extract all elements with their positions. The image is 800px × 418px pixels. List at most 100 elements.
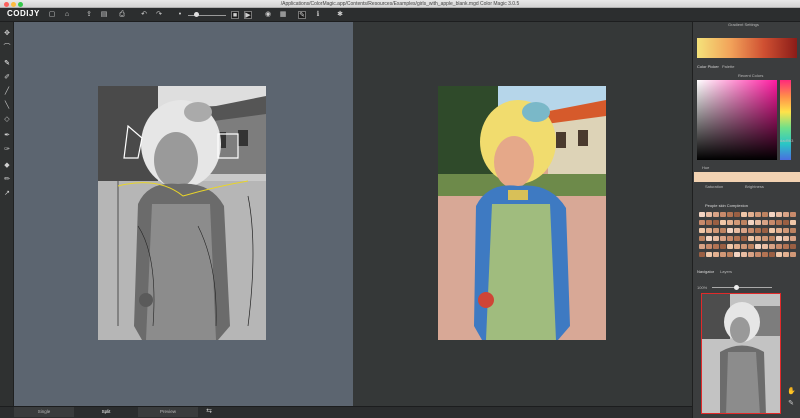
skin-swatch[interactable] bbox=[769, 228, 775, 233]
pencil-tool-icon[interactable]: ✐ bbox=[3, 74, 11, 82]
skin-swatch[interactable] bbox=[713, 228, 719, 233]
skin-swatch[interactable] bbox=[706, 236, 712, 241]
color-picker-square[interactable] bbox=[697, 80, 777, 160]
skin-swatch[interactable] bbox=[713, 252, 719, 257]
navigator-tab[interactable]: Navigator bbox=[697, 269, 714, 274]
skin-swatch[interactable] bbox=[762, 212, 768, 217]
eraser-tool-icon[interactable]: ◇ bbox=[3, 116, 11, 124]
colorized-photo[interactable] bbox=[438, 86, 606, 340]
gear-icon[interactable]: ✱ bbox=[336, 11, 344, 19]
bw-photo[interactable] bbox=[98, 86, 266, 340]
info-icon[interactable]: ℹ bbox=[314, 11, 322, 19]
skin-swatch[interactable] bbox=[783, 212, 789, 217]
skin-swatch[interactable] bbox=[741, 220, 747, 225]
skin-swatch[interactable] bbox=[769, 212, 775, 217]
skin-swatch[interactable] bbox=[748, 228, 754, 233]
skin-swatch[interactable] bbox=[762, 220, 768, 225]
skin-swatch[interactable] bbox=[776, 252, 782, 257]
skin-swatch[interactable] bbox=[734, 244, 740, 249]
zoom-value[interactable]: 100% bbox=[697, 285, 707, 290]
skin-swatch[interactable] bbox=[741, 236, 747, 241]
skin-swatch[interactable] bbox=[776, 236, 782, 241]
layers-tab[interactable]: Layers bbox=[720, 269, 732, 274]
print-icon[interactable]: ⎙ bbox=[118, 11, 126, 19]
skin-swatch[interactable] bbox=[748, 220, 754, 225]
skin-swatch[interactable] bbox=[699, 228, 705, 233]
skin-swatch[interactable] bbox=[755, 244, 761, 249]
skin-swatch[interactable] bbox=[734, 228, 740, 233]
fill-tool-icon[interactable]: ◆ bbox=[3, 162, 11, 170]
skin-swatch[interactable] bbox=[727, 228, 733, 233]
skin-swatch[interactable] bbox=[776, 244, 782, 249]
gradient-strip[interactable] bbox=[697, 38, 797, 58]
skin-swatch[interactable] bbox=[727, 220, 733, 225]
skin-swatch[interactable] bbox=[720, 220, 726, 225]
skin-swatch[interactable] bbox=[699, 236, 705, 241]
skin-swatch[interactable] bbox=[776, 228, 782, 233]
skin-swatch[interactable] bbox=[790, 220, 796, 225]
skin-swatch[interactable] bbox=[734, 212, 740, 217]
skin-swatch[interactable] bbox=[720, 228, 726, 233]
skin-swatch[interactable] bbox=[790, 212, 796, 217]
skin-swatch[interactable] bbox=[734, 220, 740, 225]
dropper-tool-icon[interactable]: ✒ bbox=[3, 132, 11, 140]
skin-swatch[interactable] bbox=[713, 220, 719, 225]
skin-swatch[interactable] bbox=[783, 228, 789, 233]
skin-swatch[interactable] bbox=[699, 220, 705, 225]
skin-swatch[interactable] bbox=[699, 244, 705, 249]
compare-icon[interactable]: ⇆ bbox=[205, 408, 213, 416]
skin-swatch[interactable] bbox=[762, 236, 768, 241]
brush-tool-icon[interactable]: ✎ bbox=[3, 60, 11, 68]
skin-swatch[interactable] bbox=[741, 212, 747, 217]
skin-swatch[interactable] bbox=[741, 228, 747, 233]
skin-swatch[interactable] bbox=[741, 252, 747, 257]
skin-swatch[interactable] bbox=[783, 244, 789, 249]
skin-swatch[interactable] bbox=[699, 212, 705, 217]
smudge-tool-icon[interactable]: ↗ bbox=[3, 190, 11, 198]
palette-tab[interactable]: Palette bbox=[722, 64, 734, 69]
play-icon[interactable]: ▶ bbox=[244, 11, 252, 19]
redo-icon[interactable]: ↷ bbox=[155, 11, 163, 19]
outline-tool-icon[interactable]: ╲ bbox=[3, 102, 11, 110]
skin-swatch[interactable] bbox=[783, 236, 789, 241]
skin-swatch[interactable] bbox=[755, 228, 761, 233]
skin-swatch[interactable] bbox=[762, 228, 768, 233]
skin-swatch[interactable] bbox=[755, 252, 761, 257]
skin-swatch[interactable] bbox=[776, 220, 782, 225]
color-picker-tab[interactable]: Color Picker bbox=[697, 64, 719, 69]
skin-swatch[interactable] bbox=[748, 212, 754, 217]
brush-size-icon[interactable]: • bbox=[176, 11, 184, 19]
lasso-tool-icon[interactable]: ⌒ bbox=[3, 44, 11, 52]
marker-tool-icon[interactable]: ╱ bbox=[3, 88, 11, 96]
undo-icon[interactable]: ↶ bbox=[140, 11, 148, 19]
save-icon[interactable]: ▤ bbox=[100, 11, 108, 19]
skin-swatch[interactable] bbox=[790, 244, 796, 249]
navigator-thumbnail[interactable] bbox=[701, 293, 781, 414]
skin-swatch[interactable] bbox=[790, 252, 796, 257]
skin-swatch[interactable] bbox=[699, 252, 705, 257]
hue-slider[interactable] bbox=[780, 80, 791, 160]
skin-swatch[interactable] bbox=[769, 252, 775, 257]
skin-swatch[interactable] bbox=[769, 244, 775, 249]
preview-view-tab[interactable]: Preview bbox=[138, 407, 198, 417]
skin-swatch[interactable] bbox=[769, 220, 775, 225]
skin-swatch[interactable] bbox=[762, 252, 768, 257]
skin-swatch[interactable] bbox=[727, 236, 733, 241]
new-file-icon[interactable]: ▢ bbox=[48, 11, 56, 19]
export-icon[interactable]: ⇪ bbox=[85, 11, 93, 19]
eye-icon[interactable]: ◉ bbox=[264, 11, 272, 19]
skin-swatch[interactable] bbox=[734, 236, 740, 241]
skin-swatch[interactable] bbox=[706, 212, 712, 217]
nav-pen-icon[interactable]: ✎ bbox=[787, 400, 795, 408]
skin-swatch[interactable] bbox=[776, 212, 782, 217]
skin-swatch[interactable] bbox=[783, 220, 789, 225]
skin-swatch[interactable] bbox=[769, 236, 775, 241]
stop-icon[interactable]: ■ bbox=[231, 11, 239, 19]
paint-tool-icon[interactable]: ✑ bbox=[3, 146, 11, 154]
skin-swatch[interactable] bbox=[734, 252, 740, 257]
brush-size-slider-handle[interactable] bbox=[194, 12, 199, 17]
skin-swatch[interactable] bbox=[720, 236, 726, 241]
skin-swatch[interactable] bbox=[748, 236, 754, 241]
skin-swatch[interactable] bbox=[713, 244, 719, 249]
skin-swatch[interactable] bbox=[713, 212, 719, 217]
